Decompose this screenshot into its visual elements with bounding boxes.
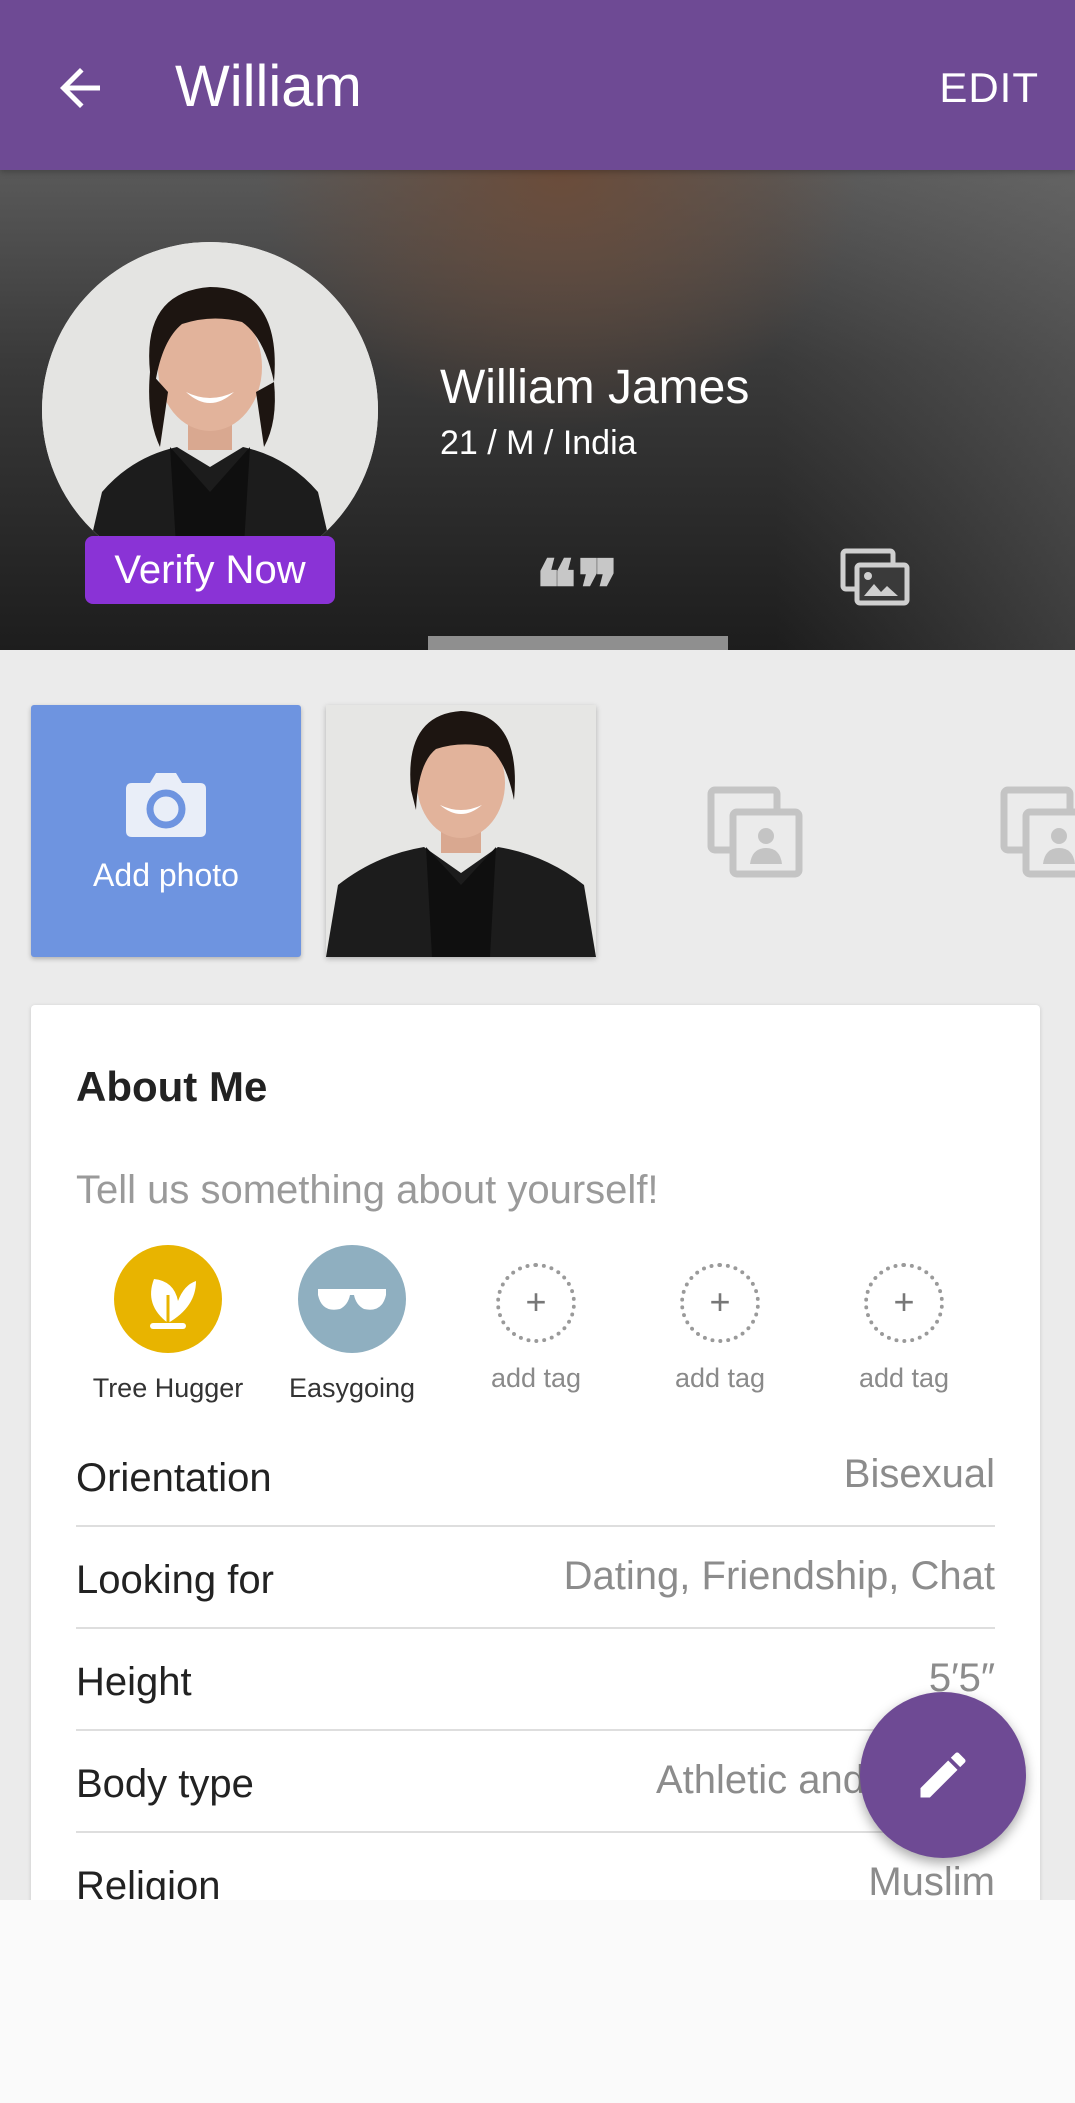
sunglasses-icon xyxy=(298,1245,406,1353)
about-me-input[interactable]: Tell us something about yourself! xyxy=(76,1165,659,1215)
avatar[interactable] xyxy=(42,242,378,578)
detail-value: Bisexual xyxy=(843,1452,995,1496)
add-photo-label: Add photo xyxy=(93,857,239,893)
back-arrow-icon[interactable] xyxy=(50,58,110,118)
edit-fab-button[interactable] xyxy=(860,1692,1026,1858)
photo-placeholder-icon[interactable] xyxy=(1000,786,1075,878)
add-tag-icon: + xyxy=(496,1263,576,1343)
verify-now-button[interactable]: Verify Now xyxy=(85,536,335,604)
pencil-icon xyxy=(920,1752,966,1798)
tab-indicator xyxy=(428,636,728,650)
add-tag-button[interactable]: + add tag xyxy=(446,1245,626,1395)
photo-image xyxy=(326,705,596,957)
add-tag-label: add tag xyxy=(674,1363,766,1393)
detail-label: Religion xyxy=(76,1864,221,1900)
tree-hugger-icon xyxy=(114,1245,222,1353)
about-me-heading: About Me xyxy=(76,1063,268,1110)
quote-icon[interactable]: ❝❞ xyxy=(535,551,619,629)
detail-label: Height xyxy=(76,1660,192,1704)
add-photo-button[interactable]: Add photo xyxy=(31,705,301,957)
top-app-bar: William EDIT xyxy=(0,0,1075,170)
tag-label: Easygoing xyxy=(288,1373,416,1403)
detail-row-looking-for[interactable]: Looking for Dating, Friendship, Chat xyxy=(76,1525,995,1629)
add-tag-icon: + xyxy=(680,1263,760,1343)
detail-row-body-type[interactable]: Body type Athletic and xyxy=(76,1729,995,1833)
photo-thumbnail[interactable] xyxy=(326,705,596,957)
profile-meta: 21 / M / India xyxy=(440,424,637,462)
profile-screen: William EDIT Verify Now William James 21… xyxy=(0,0,1075,1900)
detail-label: Looking for xyxy=(76,1558,274,1602)
tag-label: Tree Hugger xyxy=(92,1373,244,1403)
detail-row-height[interactable]: Height 5′5″ xyxy=(76,1627,995,1731)
detail-value: Muslim xyxy=(868,1860,995,1900)
add-tag-button[interactable]: + add tag xyxy=(630,1245,810,1395)
detail-value: Dating, Friendship, Chat xyxy=(563,1554,995,1598)
add-tag-label: add tag xyxy=(490,1363,582,1393)
camera-icon xyxy=(126,773,206,837)
add-tag-button[interactable]: + add tag xyxy=(814,1245,994,1395)
detail-label: Orientation xyxy=(76,1456,272,1500)
avatar-photo xyxy=(42,242,378,578)
edit-button[interactable]: EDIT xyxy=(939,62,1039,114)
add-tag-icon: + xyxy=(864,1263,944,1343)
detail-row-religion[interactable]: Religion Muslim xyxy=(76,1831,995,1900)
detail-value: Athletic and xyxy=(655,1758,865,1802)
tag-easygoing[interactable]: Easygoing xyxy=(262,1245,442,1405)
page-title: William xyxy=(175,54,362,119)
gallery-icon[interactable] xyxy=(840,548,912,608)
photo-placeholder-icon[interactable] xyxy=(707,786,803,878)
profile-name: William James xyxy=(440,361,750,414)
tag-tree-hugger[interactable]: Tree Hugger xyxy=(78,1245,258,1405)
detail-row-orientation[interactable]: Orientation Bisexual xyxy=(76,1423,995,1527)
add-tag-label: add tag xyxy=(858,1363,950,1393)
detail-label: Body type xyxy=(76,1762,254,1806)
profile-header: Verify Now William James 21 / M / India … xyxy=(0,170,1075,650)
